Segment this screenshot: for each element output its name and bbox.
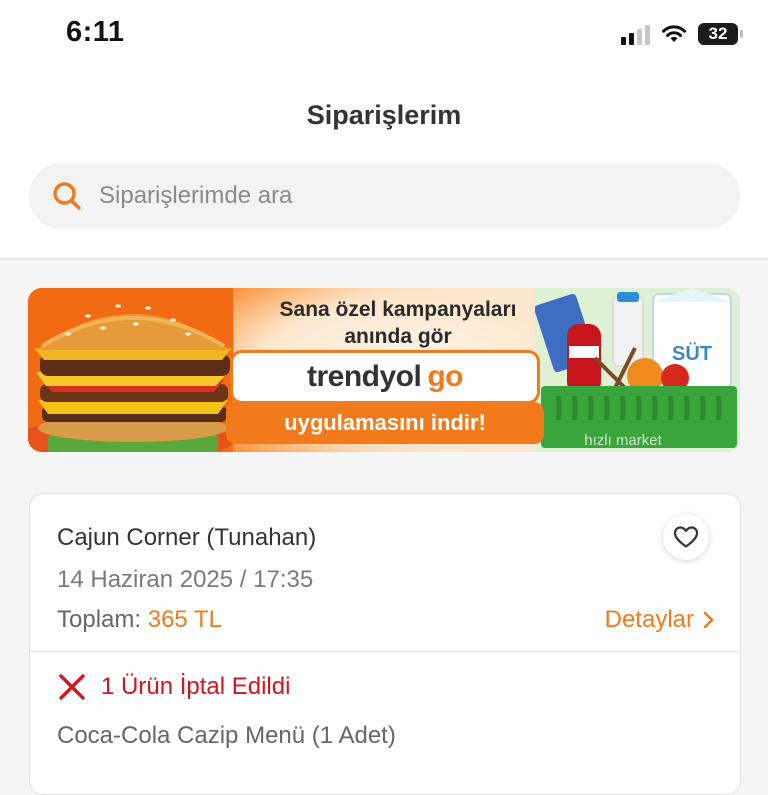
download-app-button[interactable]: uygulamasını indir!: [226, 402, 544, 444]
brand-name: trendyol: [306, 360, 422, 393]
search-bar[interactable]: [29, 163, 740, 229]
burger-image: [28, 288, 233, 452]
chevron-right-icon: [703, 611, 714, 629]
order-card[interactable]: Cajun Corner (Tunahan) 14 Haziran 2025 /…: [29, 493, 741, 795]
trendyol-go-logo: trendyol go: [230, 350, 540, 404]
milk-label: SÜT: [672, 342, 712, 365]
cancel-status: 1 Ürün İptal Edildi: [57, 672, 290, 702]
top-section: 6:11 32 Siparişlerim: [0, 0, 768, 260]
details-label: Detaylar: [604, 606, 694, 633]
cancel-status-text: 1 Ürün İptal Edildi: [101, 673, 291, 700]
total-label: Toplam:: [57, 606, 142, 633]
status-time: 6:11: [66, 16, 125, 48]
page-title: Siparişlerim: [306, 100, 462, 130]
restaurant-name: Cajun Corner (Tunahan): [57, 524, 317, 551]
search-input[interactable]: [99, 182, 659, 210]
signal-icon: [621, 23, 650, 45]
banner-line-1: Sana özel kampanyaları: [279, 298, 517, 321]
status-icons: 32: [621, 19, 743, 49]
search-icon: [53, 182, 81, 210]
wifi-icon: [662, 25, 686, 42]
details-link[interactable]: Detaylar: [605, 606, 714, 634]
order-total: Toplam: 365 TL: [57, 606, 222, 634]
total-amount: 365 TL: [147, 606, 223, 633]
card-divider: [30, 651, 740, 652]
brand-go: go: [427, 360, 463, 393]
banner-brand-block: trendyol go uygulamasını indir!: [226, 350, 544, 446]
basket-text: hızlı market: [584, 432, 662, 449]
order-item: Coca-Cola Cazip Menü (1 Adet): [57, 722, 396, 749]
groceries-image: SÜT hızlı market: [535, 288, 740, 452]
banner-headline: Sana özel kampanyaları anında gör: [253, 296, 543, 350]
promo-banner[interactable]: SÜT hızlı market Sana özel kampanyaları …: [28, 288, 740, 452]
battery-icon: 32: [698, 23, 743, 45]
favorite-button[interactable]: [663, 514, 709, 560]
banner-line-2: anında gör: [344, 325, 452, 348]
order-date: 14 Haziran 2025 / 17:35: [57, 566, 314, 593]
heart-icon: [673, 526, 699, 548]
close-icon: [59, 674, 85, 700]
